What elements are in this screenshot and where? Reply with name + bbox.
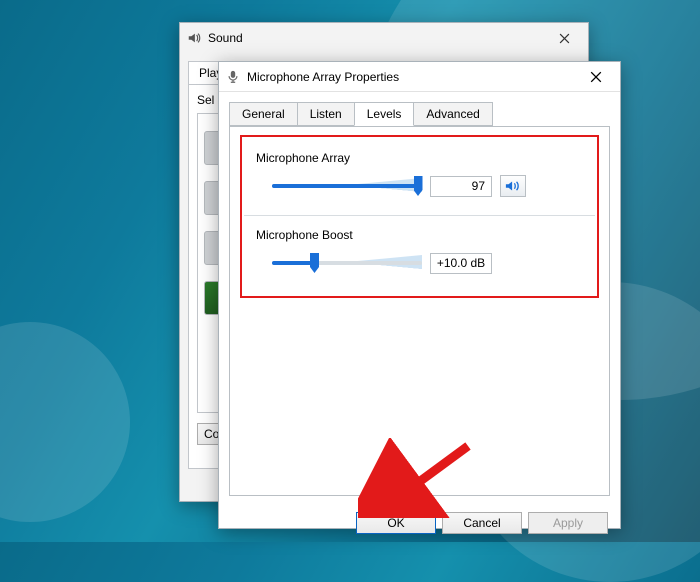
- tab-general[interactable]: General: [229, 102, 298, 126]
- mic-boost-label: Microphone Boost: [256, 228, 585, 242]
- mic-boost-value[interactable]: +10.0 dB: [430, 253, 492, 274]
- close-icon: [590, 71, 602, 83]
- sound-titlebar: Sound: [180, 23, 588, 53]
- speaker-icon: [505, 179, 521, 193]
- properties-title: Microphone Array Properties: [247, 70, 578, 84]
- tab-listen[interactable]: Listen: [297, 102, 355, 126]
- mic-boost-slider[interactable]: [272, 252, 422, 274]
- speaker-icon: [186, 30, 202, 46]
- mic-array-section: Microphone Array 97: [250, 145, 589, 207]
- mic-array-label: Microphone Array: [256, 151, 585, 165]
- mic-array-slider[interactable]: [272, 175, 422, 197]
- properties-tabs: General Listen Levels Advanced: [229, 102, 610, 126]
- ok-button[interactable]: OK: [356, 512, 436, 534]
- properties-titlebar: Microphone Array Properties: [219, 62, 620, 92]
- cancel-button[interactable]: Cancel: [442, 512, 522, 534]
- separator: [244, 215, 595, 216]
- close-icon: [559, 33, 570, 44]
- highlight-box: Microphone Array 97: [240, 135, 599, 298]
- tab-advanced[interactable]: Advanced: [413, 102, 492, 126]
- mic-boost-section: Microphone Boost +10.0 dB: [250, 222, 589, 284]
- mute-button[interactable]: [500, 175, 526, 197]
- mic-properties-window: Microphone Array Properties General List…: [218, 61, 621, 529]
- sound-close-button[interactable]: [546, 24, 582, 52]
- properties-close-button[interactable]: [578, 63, 614, 91]
- apply-button: Apply: [528, 512, 608, 534]
- dialog-buttons: OK Cancel Apply: [219, 506, 620, 544]
- tab-levels[interactable]: Levels: [354, 102, 415, 126]
- sound-title: Sound: [208, 31, 546, 45]
- microphone-icon: [225, 69, 241, 85]
- mic-array-value[interactable]: 97: [430, 176, 492, 197]
- levels-panel: Microphone Array 97: [229, 126, 610, 496]
